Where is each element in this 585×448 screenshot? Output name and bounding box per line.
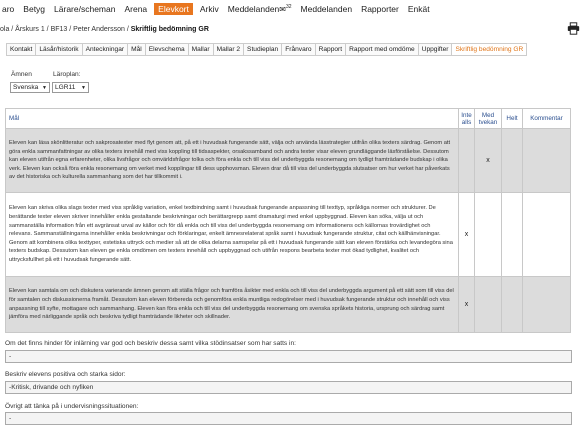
chevron-down-icon: ▼ [42,84,47,91]
curriculum-label: Läroplan: [53,71,81,78]
not-at-all-cell[interactable] [458,128,475,193]
chevron-down-icon: ▼ [81,84,86,91]
comment-cell[interactable] [522,276,571,333]
table-header-row: Mål Inte alls Med tvekan Helt Kommentar [5,108,571,129]
nav-item-betyg[interactable]: Betyg [21,3,47,15]
nav-item-skola[interactable]: aro [0,3,16,15]
fully-cell[interactable] [501,192,523,277]
goal-text: Eleven kan samtala om och diskutera vari… [5,276,459,333]
tab-kontakt[interactable]: Kontakt [6,44,37,55]
print-icon[interactable] [567,22,580,35]
column-header-with-support: Med tvekan [474,108,502,129]
subject-select[interactable]: Svenska ▼ [10,82,50,93]
with-support-cell[interactable] [474,276,502,333]
tab-elevschema[interactable]: Elevschema [145,44,189,55]
table-row: Eleven kan läsa skönlitteratur och sakpr… [5,128,571,193]
breadcrumb-path[interactable]: ola / Årskurs 1 / BF13 / Peter Andersson… [0,26,131,33]
breadcrumb: ola / Årskurs 1 / BF13 / Peter Andersson… [0,26,209,33]
goal-text: Eleven kan skriva olika slags texter med… [5,192,459,277]
tab-mallar[interactable]: Mallar [188,44,214,55]
curriculum-select-value: LGR11 [55,84,76,91]
nav-item-enkat[interactable]: Enkät [406,3,432,15]
question-label-strengths: Beskriv elevens positiva och starka sido… [5,371,126,378]
hinder-field[interactable]: - [5,350,572,363]
tab-rapport-med-omdome[interactable]: Rapport med omdöme [346,44,419,55]
other-field[interactable]: - [5,412,572,425]
assessment-table: Mål Inte alls Med tvekan Helt Kommentar … [5,108,571,333]
student-card-tabs: Kontakt Läsår/historik Anteckningar Mål … [6,43,528,56]
fully-cell[interactable] [501,276,523,333]
column-header-fully: Helt [501,108,523,129]
breadcrumb-current: Skriftlig bedömning GR [130,26,209,33]
column-header-not-at-all: Inte alls [458,108,475,129]
nav-item-arkiv[interactable]: Arkiv [198,3,221,15]
column-header-goal: Mål [5,108,459,129]
not-at-all-cell[interactable]: x [458,192,475,277]
nav-item-elevkort[interactable]: Elevkort [154,2,193,15]
fully-cell[interactable] [501,128,523,193]
message-count-badge: 32 [285,3,292,10]
tab-lasar-historik[interactable]: Läsår/historik [36,44,83,55]
tab-studieplan[interactable]: Studieplan [244,44,283,55]
tab-anteckningar[interactable]: Anteckningar [82,44,129,55]
subject-label: Ämnen [11,71,32,78]
envelope-icon: ✉ [279,4,286,14]
table-row: Eleven kan samtala om och diskutera vari… [5,276,571,333]
table-row: Eleven kan skriva olika slags texter med… [5,192,571,277]
comment-cell[interactable] [522,128,571,193]
tab-skriftlig-bedomning-gr[interactable]: Skriftlig bedömning GR [452,44,528,55]
strengths-field[interactable]: -Kritisk, drivande och nyfiken [5,381,572,394]
nav-item-listor-scheman[interactable]: Lärare/scheman [52,3,117,15]
curriculum-select[interactable]: LGR11 ▼ [52,82,89,93]
comment-cell[interactable] [522,192,571,277]
nav-item-meddelanden-label: Meddelanden [227,3,280,14]
goal-text: Eleven kan läsa skönlitteratur och sakpr… [5,128,459,193]
nav-item-arena[interactable]: Arena [122,3,149,15]
not-at-all-cell[interactable]: x [458,276,475,333]
nav-item-rapporter[interactable]: Rapporter [359,3,401,15]
nav-item-meddelanden-inbox[interactable]: Meddelanden✉32 [226,3,294,15]
tab-mallar-2[interactable]: Mallar 2 [213,44,245,55]
question-label-hinder: Om det finns hinder för inlärning var go… [5,340,296,347]
column-header-comment: Kommentar [522,108,571,129]
tab-franvaro[interactable]: Frånvaro [282,44,316,55]
subject-select-value: Svenska [13,84,39,91]
with-support-cell[interactable]: x [474,128,502,193]
tab-mal[interactable]: Mål [128,44,146,55]
tab-rapport[interactable]: Rapport [315,44,347,55]
with-support-cell[interactable] [474,192,502,277]
question-label-other: Övrigt att tänka på i undervisningssitua… [5,403,139,410]
top-navigation: aro Betyg Lärare/scheman Arena Elevkort … [0,0,585,17]
tab-uppgifter[interactable]: Uppgifter [418,44,453,55]
nav-item-meddelanden[interactable]: Meddelanden [299,3,355,15]
